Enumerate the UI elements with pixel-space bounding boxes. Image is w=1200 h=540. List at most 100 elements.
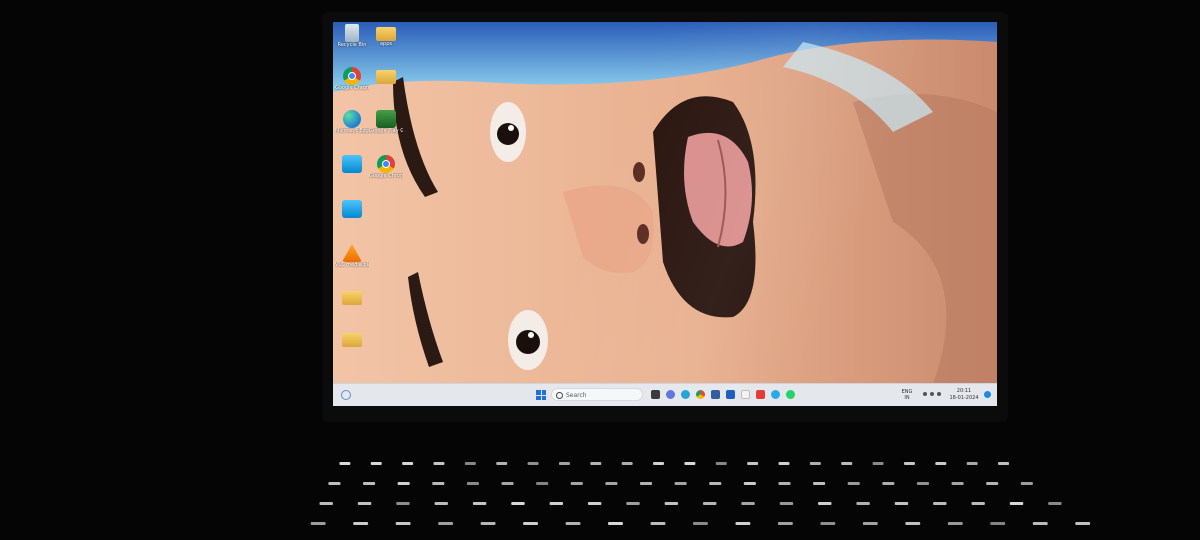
keyboard-key-glow: [626, 502, 639, 505]
keyboard-key-glow: [998, 462, 1009, 465]
keyboard-key-glow: [1021, 482, 1033, 485]
folder-icon: [342, 291, 362, 305]
keyboard-key-glow: [863, 522, 878, 525]
keyboard-key-glow: [693, 522, 708, 525]
wifi-icon[interactable]: [923, 392, 927, 396]
keyboard-key-glow: [917, 482, 929, 485]
keyboard-key-glow: [481, 522, 496, 525]
desktop-icon-chrome[interactable]: Google Chrome: [335, 67, 369, 91]
chrome-icon[interactable]: [696, 390, 705, 399]
keyboard-key-glow: [651, 522, 666, 525]
word-icon[interactable]: [726, 390, 735, 399]
desktop-icon-recycle-bin[interactable]: Recycle Bin: [335, 24, 369, 48]
keyboard-key-glow: [967, 462, 978, 465]
keyboard-key-glow: [402, 462, 413, 465]
taskbar: Search ENG IN 20:11 18-01-2024: [333, 383, 997, 406]
folder-icon: [376, 70, 396, 84]
keyboard-key-glow: [779, 462, 790, 465]
telegram-icon[interactable]: [771, 390, 780, 399]
keyboard-key-glow: [778, 482, 790, 485]
keyboard-key-glow: [735, 522, 750, 525]
keyboard-key-glow: [523, 522, 538, 525]
keyboard-key-glow: [873, 462, 884, 465]
keyboard-key-glow: [848, 482, 860, 485]
youtube-icon[interactable]: [756, 390, 765, 399]
battery-icon[interactable]: [937, 392, 941, 396]
desktop-icon-folder-2[interactable]: [369, 67, 403, 84]
keyboard-key-glow: [948, 522, 963, 525]
keyboard-key-glow: [571, 482, 583, 485]
keyboard-key-glow: [622, 462, 633, 465]
keyboard-key-glow: [703, 502, 716, 505]
keyboard-key-glow: [1075, 522, 1090, 525]
language-indicator[interactable]: ENG IN: [899, 389, 915, 401]
keyboard-key-glow: [841, 462, 852, 465]
desktop-icon-edge[interactable]: Microsoft Edge: [335, 110, 369, 134]
desktop-icon-app-2[interactable]: [335, 200, 369, 218]
keyboard-key-glow: [684, 462, 695, 465]
keyboard-key-glow: [990, 522, 1005, 525]
edge-icon[interactable]: [681, 390, 690, 399]
desktop-icon-vlc[interactable]: VLC media player: [335, 244, 369, 268]
volume-icon[interactable]: [930, 392, 934, 396]
desktop-icon-folder-3[interactable]: [335, 288, 369, 305]
keyboard-key-glow: [780, 502, 793, 505]
keyboard-key-glow: [398, 482, 410, 485]
keyboard-key-glow: [933, 502, 946, 505]
play-games-icon: [376, 110, 396, 128]
keyboard-key-glow: [653, 462, 664, 465]
start-button[interactable]: [536, 390, 546, 400]
desktop-icon-app-1[interactable]: [335, 155, 369, 173]
search-placeholder: Search: [566, 392, 587, 399]
desktop-icon-play-games[interactable]: Google Play Games: [369, 110, 403, 134]
folder-icon: [376, 27, 396, 41]
chrome-icon: [343, 67, 361, 85]
notification-icon[interactable]: [984, 391, 991, 398]
keyboard-key-glow: [905, 522, 920, 525]
desktop-icon-apps-folder[interactable]: apps: [369, 24, 403, 47]
app-icon: [342, 200, 362, 218]
keyboard-key-glow: [856, 502, 869, 505]
keyboard-key-glow: [778, 522, 793, 525]
app-icon: [342, 155, 362, 173]
keyboard-key-glow: [1033, 522, 1048, 525]
keyboard-key-glow: [496, 462, 507, 465]
keyboard-key-glow: [820, 522, 835, 525]
widgets-icon[interactable]: [341, 390, 351, 400]
store-icon[interactable]: [711, 390, 720, 399]
desktop-icon-grid: Recycle Bin apps Google Chrome Microsoft…: [333, 22, 997, 384]
file-explorer-icon[interactable]: [651, 390, 660, 399]
taskbar-search[interactable]: Search: [551, 388, 643, 401]
keyboard-key-glow: [741, 502, 754, 505]
desktop-icon-chrome-2[interactable]: Google Chrome: [369, 155, 403, 179]
start-icon-tile: [542, 390, 547, 395]
clock-date[interactable]: 18-01-2024: [948, 395, 980, 401]
keyboard-key-glow: [550, 502, 563, 505]
keyboard-key-glow: [358, 502, 371, 505]
folder-icon: [342, 333, 362, 347]
keyboard-key-glow: [818, 502, 831, 505]
edge-icon: [343, 110, 361, 128]
keyboard-key-glow: [438, 522, 453, 525]
keyboard-key-glow: [371, 462, 382, 465]
keyboard-key-glow: [339, 462, 350, 465]
recycle-bin-icon: [345, 24, 359, 42]
desktop-icon-folder-4[interactable]: [335, 330, 369, 347]
keyboard-key-glow: [935, 462, 946, 465]
keyboard-key-glow: [328, 482, 340, 485]
whatsapp-icon[interactable]: [786, 390, 795, 399]
keyboard-key-glow: [608, 522, 623, 525]
keyboard-key-glow: [709, 482, 721, 485]
keyboard-key-glow: [665, 502, 678, 505]
keyboard-key-glow: [952, 482, 964, 485]
clock-time[interactable]: 20:11: [948, 388, 980, 394]
chat-icon[interactable]: [666, 390, 675, 399]
keyboard-key-glow: [895, 502, 908, 505]
keyboard-key-glow: [501, 482, 513, 485]
keyboard-key-glow: [813, 482, 825, 485]
mail-icon[interactable]: [741, 390, 750, 399]
keyboard-key-glow: [353, 522, 368, 525]
backlit-keyboard: [0, 440, 1200, 540]
keyboard-key-glow: [311, 522, 326, 525]
keyboard-key-glow: [467, 482, 479, 485]
